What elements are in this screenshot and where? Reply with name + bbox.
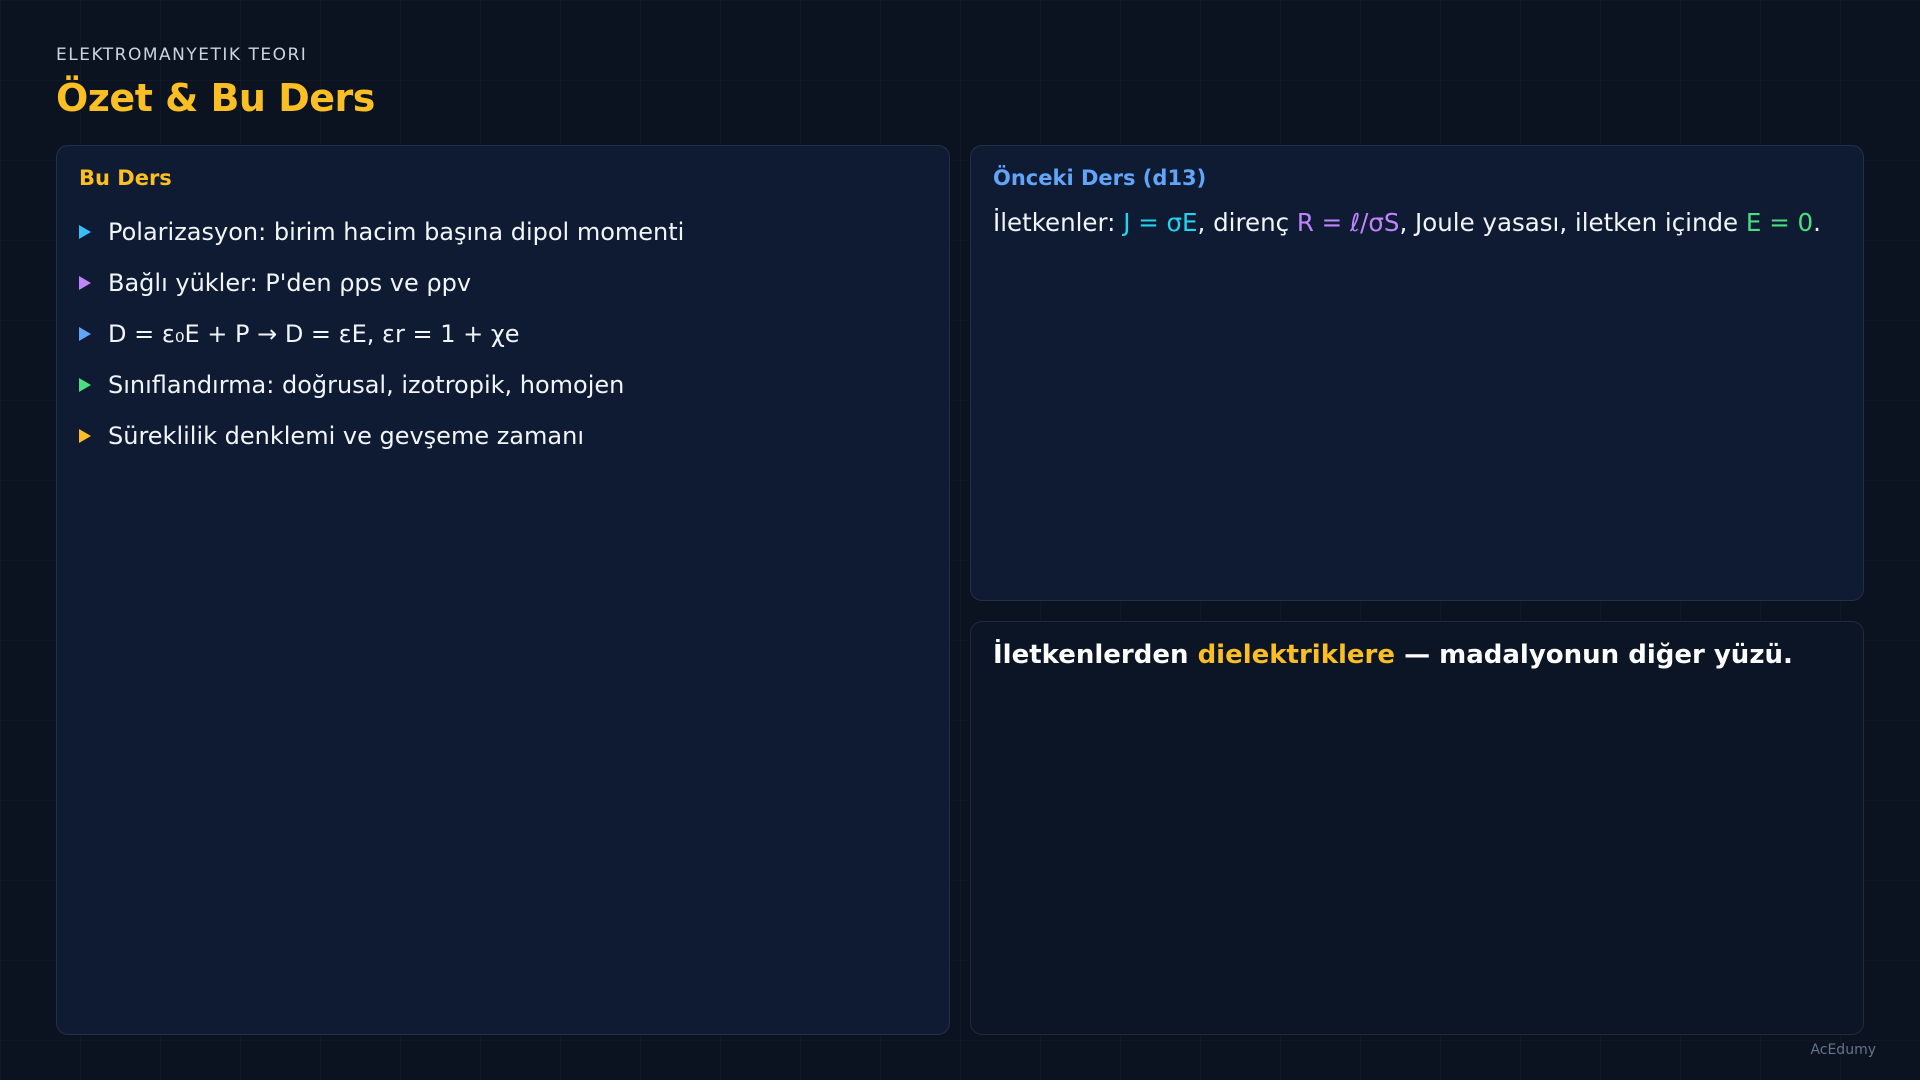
bu-ders-heading: Bu Ders [79,166,172,190]
text-segment: — madalyonun diğer yüzü. [1395,640,1793,670]
triangle-right-icon [79,326,91,341]
text-segment: J = σE [1123,208,1198,237]
list-item: Süreklilik denklemi ve gevşeme zamanı [79,410,684,461]
list-item-text: Polarizasyon: birim hacim başına dipol m… [108,217,685,246]
list-item: Sınıflandırma: doğrusal, izotropik, homo… [79,359,684,410]
text-segment: İletkenler: [993,208,1124,237]
brand-watermark: AcEdumy [1810,1042,1876,1058]
text-segment: E = 0 [1745,208,1814,237]
bu-ders-list: Polarizasyon: birim hacim başına dipol m… [79,206,684,461]
list-item: D = ε₀E + P → D = εE, εr = 1 + χe [79,308,684,359]
text-segment: İletkenlerden [993,640,1198,670]
transition-statement: İletkenlerden dielektriklere — madalyonu… [993,640,1841,670]
list-item: Polarizasyon: birim hacim başına dipol m… [79,206,684,257]
list-item-text: D = ε₀E + P → D = εE, εr = 1 + χe [108,319,520,348]
triangle-right-icon [79,377,91,392]
text-segment: dielektriklere [1197,640,1396,670]
triangle-right-icon [79,275,91,290]
onceki-ders-summary: İletkenler: J = σE, direnç R = ℓ/σS, Jou… [993,206,1841,240]
bu-ders-panel: Bu Ders Polarizasyon: birim hacim başına… [56,145,950,1035]
text-segment: , Joule yasası, iletken içinde [1399,208,1746,237]
onceki-ders-panel: Önceki Ders (d13) İletkenler: J = σE, di… [970,145,1864,601]
list-item: Bağlı yükler: P'den ρps ve ρpv [79,257,684,308]
list-item-text: Süreklilik denklemi ve gevşeme zamanı [108,421,584,450]
page-title: Özet & Bu Ders [56,76,375,120]
text-segment: R = ℓ/σS [1296,208,1400,237]
text-segment: , direnç [1197,208,1297,237]
onceki-ders-heading: Önceki Ders (d13) [993,166,1207,190]
list-item-text: Sınıflandırma: doğrusal, izotropik, homo… [108,370,625,399]
header-eyebrow: ELEKTROMANYETIK TEORI [56,45,308,65]
text-segment: . [1813,208,1821,237]
list-item-text: Bağlı yükler: P'den ρps ve ρpv [108,268,472,297]
transition-panel: İletkenlerden dielektriklere — madalyonu… [970,621,1864,1035]
triangle-right-icon [79,224,91,239]
triangle-right-icon [79,428,91,443]
